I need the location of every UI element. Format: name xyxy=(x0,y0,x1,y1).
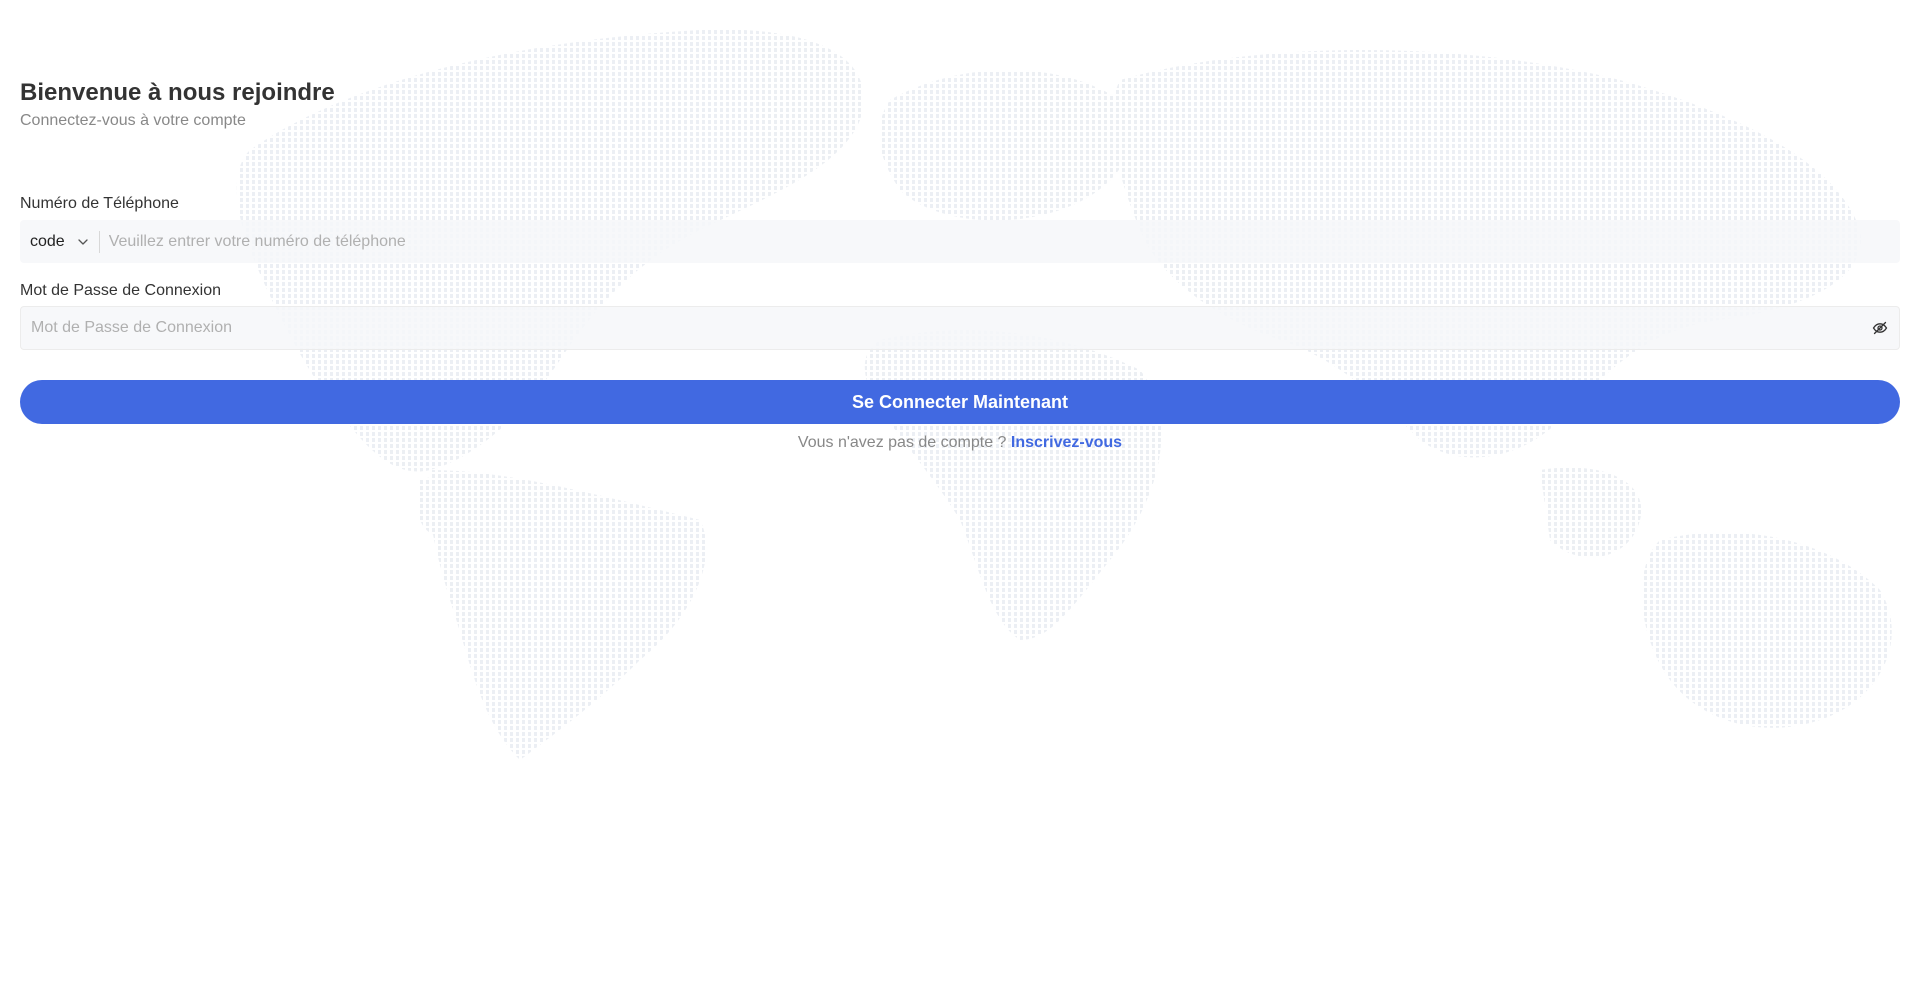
login-button[interactable]: Se Connecter Maintenant xyxy=(20,380,1900,424)
country-code-value: code xyxy=(30,232,65,250)
world-map-background xyxy=(236,29,1892,760)
country-code-select[interactable]: code xyxy=(20,220,99,263)
signup-prompt-row: Vous n'avez pas de compte ? Inscrivez-vo… xyxy=(20,434,1900,452)
phone-input[interactable] xyxy=(99,221,1900,262)
signup-prompt-text: Vous n'avez pas de compte ? xyxy=(797,434,1007,451)
eye-closed-icon-glyph xyxy=(1872,321,1888,335)
eye-closed-icon[interactable] xyxy=(1871,319,1889,337)
phone-field: code xyxy=(20,220,1900,263)
signup-link[interactable]: Inscrivez-vous xyxy=(1011,434,1122,451)
phone-label: Numéro de Téléphone xyxy=(20,195,179,212)
page-title: Bienvenue à nous rejoindre xyxy=(20,79,335,106)
login-page: Bienvenue à nous rejoindre Connectez-vou… xyxy=(0,0,1920,993)
page-subtitle: Connectez-vous à votre compte xyxy=(20,112,246,129)
chevron-down-icon xyxy=(78,238,88,245)
password-field xyxy=(20,306,1900,350)
password-input[interactable] xyxy=(21,308,1871,348)
password-label: Mot de Passe de Connexion xyxy=(20,282,222,299)
